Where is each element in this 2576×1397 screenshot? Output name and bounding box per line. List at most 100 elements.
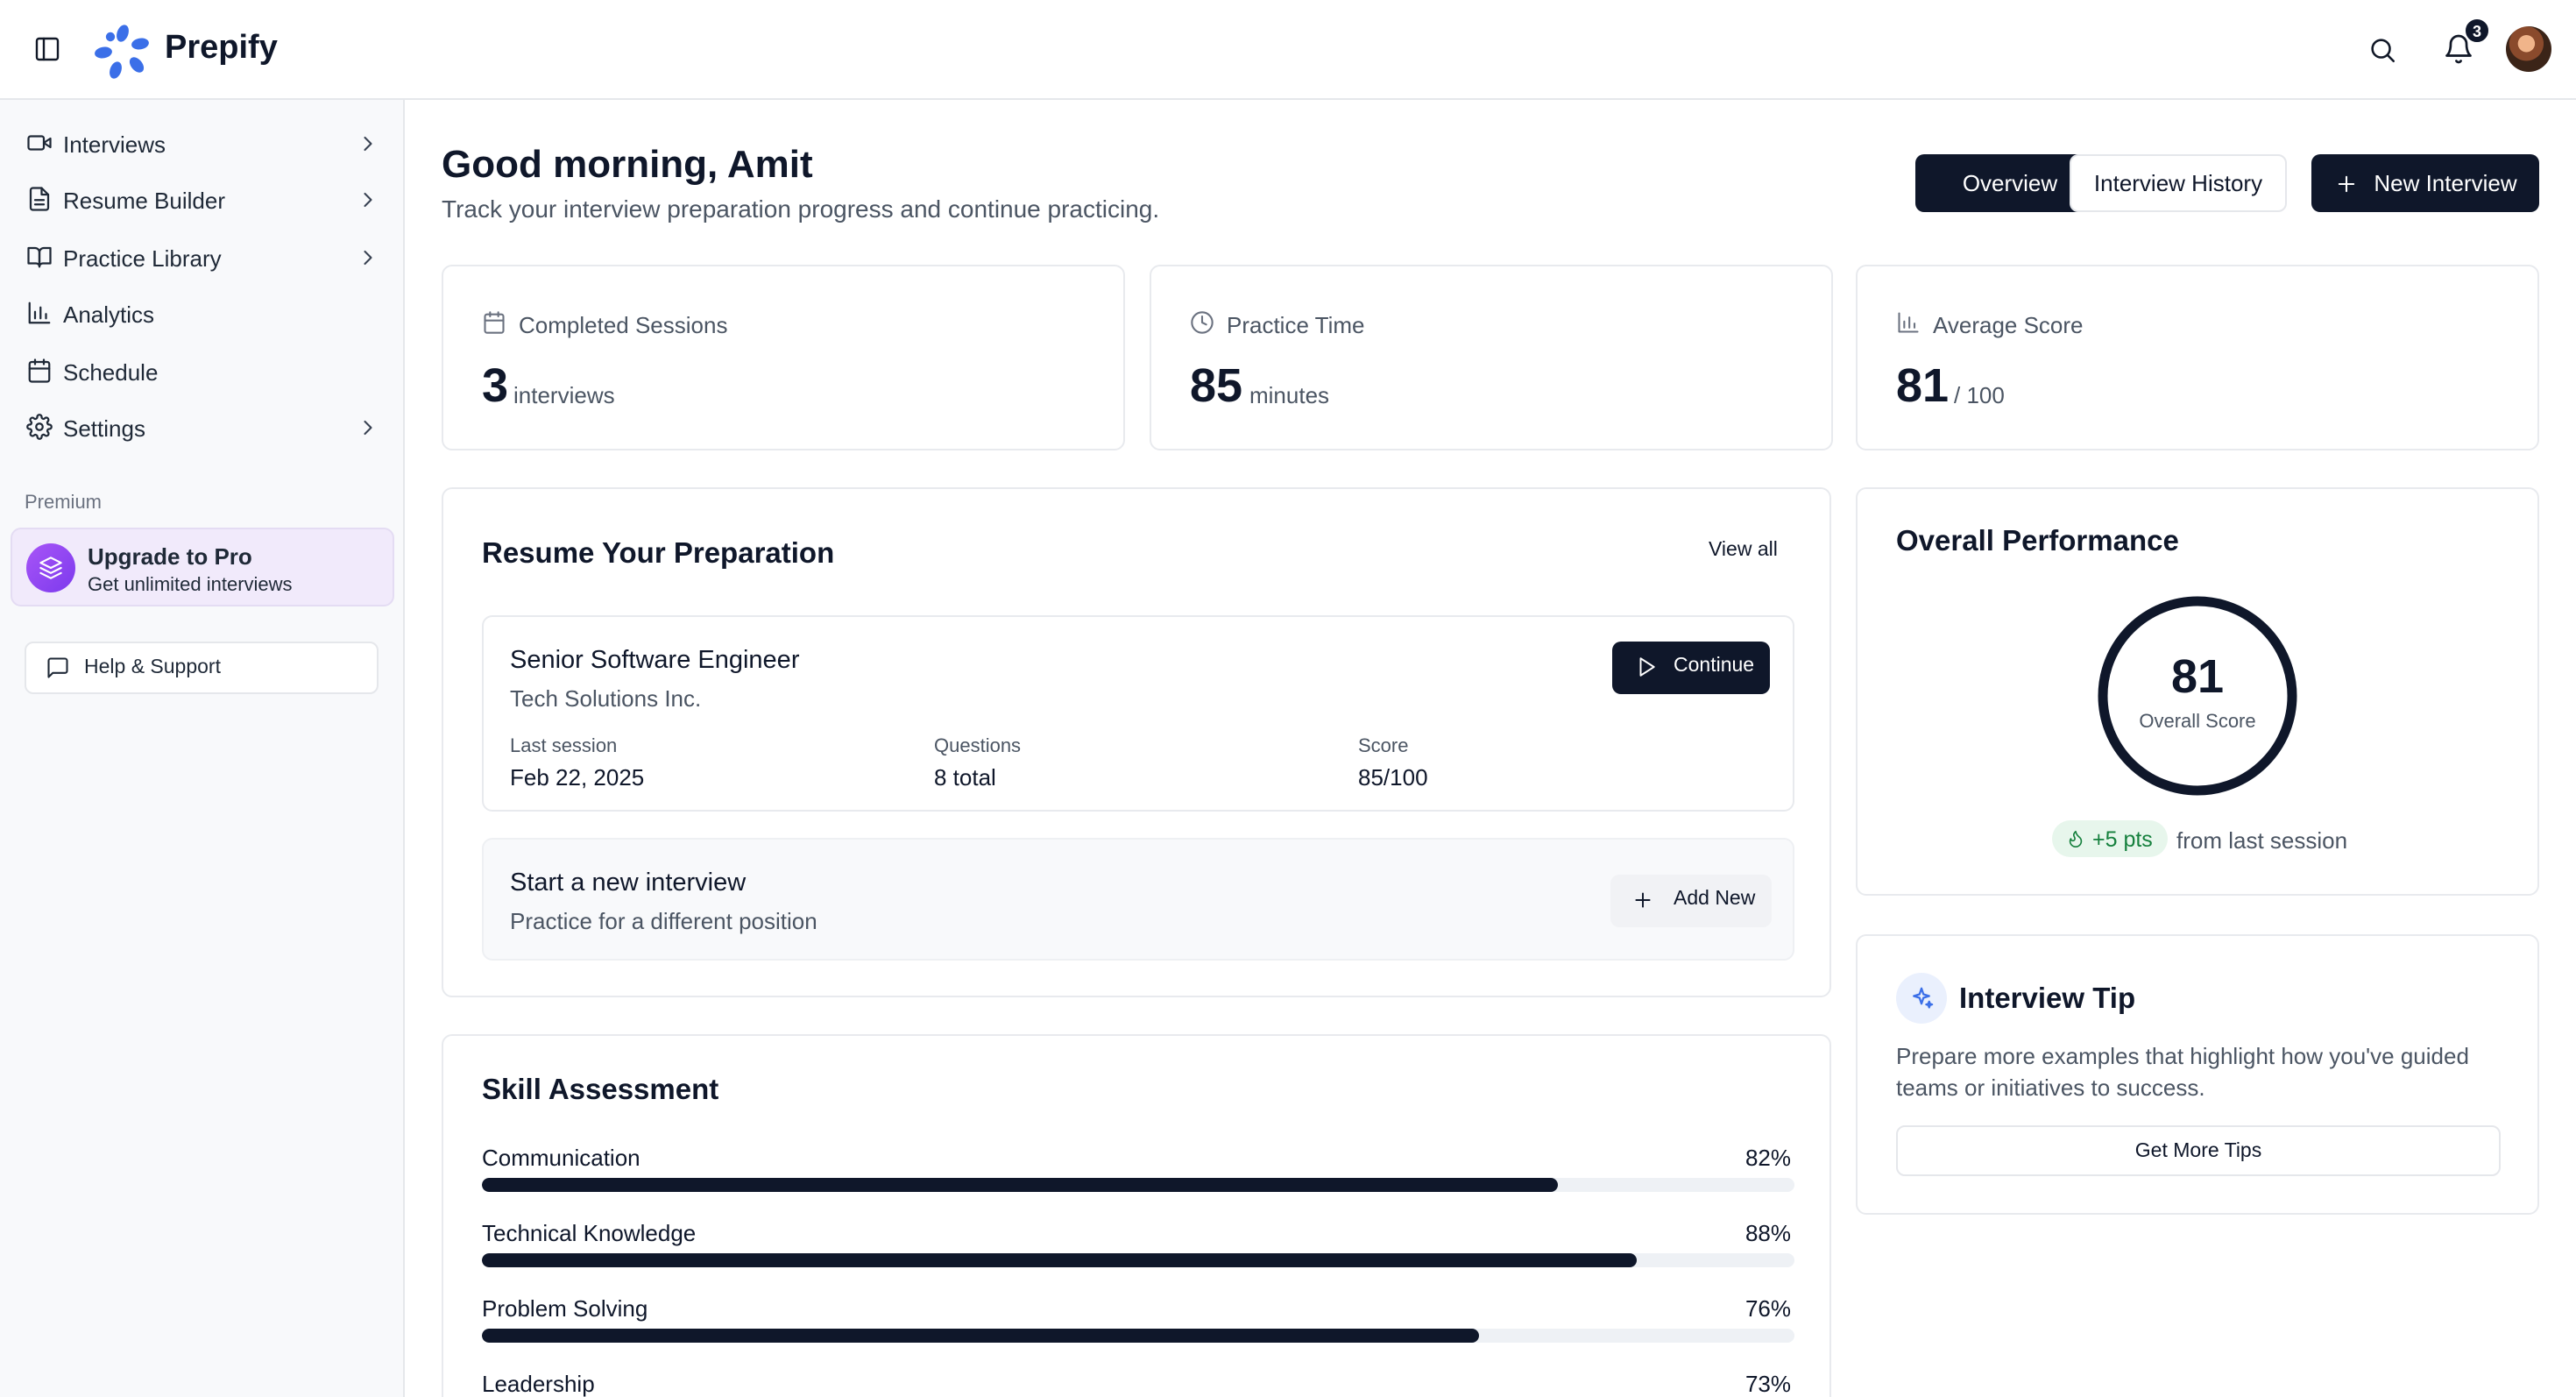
book-open-icon (27, 246, 52, 268)
sparkles-icon (1896, 973, 1947, 1024)
app-name[interactable]: Prepify (165, 30, 278, 68)
tab-interview-history[interactable]: Interview History (2070, 154, 2287, 212)
interview-tip-card: Interview Tip Prepare more examples that… (1856, 934, 2539, 1215)
upgrade-to-pro-card[interactable]: Upgrade to Pro Get unlimited interviews (11, 528, 394, 606)
view-all-link[interactable]: View all (1709, 540, 1778, 561)
message-square-icon (47, 657, 68, 678)
sidebar-item-label: Settings (63, 415, 145, 442)
start-new-interview-card: Start a new interview Practice for a dif… (482, 838, 1794, 961)
file-text-icon (29, 187, 50, 211)
add-new-button[interactable]: Add New (1610, 875, 1772, 927)
stat-label: Average Score (1933, 312, 2084, 338)
skill-progress-fill (482, 1253, 1638, 1267)
calendar-icon (484, 311, 505, 334)
get-more-tips-button[interactable]: Get More Tips (1896, 1125, 2501, 1176)
skill-percent: 76% (1744, 1295, 1791, 1322)
meta-label-questions: Questions (934, 736, 1022, 757)
skill-assessment-card: Skill Assessment Communication 82% Techn… (442, 1034, 1831, 1397)
sidebar-item-interviews[interactable]: Interviews (11, 117, 394, 170)
help-support-button[interactable]: Help & Support (25, 642, 379, 694)
sidebar-item-resume-builder[interactable]: Resume Builder (11, 174, 394, 226)
stat-value: 85 (1190, 359, 1243, 412)
bar-chart-icon (28, 301, 51, 324)
skill-name: Communication (482, 1145, 640, 1171)
flame-icon (2069, 830, 2083, 847)
skill-progress-track (482, 1329, 1794, 1343)
sidebar-item-label: Practice Library (63, 245, 222, 272)
skill-name: Leadership (482, 1371, 595, 1397)
meta-value-last-session: Feb 22, 2025 (510, 764, 645, 791)
calendar-icon (28, 358, 51, 383)
skill-progress-track (482, 1178, 1794, 1192)
plus-icon (2338, 174, 2354, 192)
stat-label: Practice Time (1227, 312, 1365, 338)
skill-percent: 73% (1744, 1371, 1791, 1397)
clock-icon (1191, 311, 1214, 334)
sidebar: Interviews Resume Builder Practice Libra… (0, 100, 405, 1397)
sidebar-item-practice-library[interactable]: Practice Library (11, 231, 394, 284)
avatar[interactable] (2506, 26, 2551, 72)
layers-icon (26, 543, 75, 592)
skill-name: Problem Solving (482, 1295, 648, 1322)
score-delta-note: from last session (2176, 827, 2348, 854)
plus-icon (1635, 892, 1651, 908)
chevron-right-icon (364, 250, 372, 266)
sidebar-item-label: Schedule (63, 359, 159, 386)
session-company: Tech Solutions Inc. (510, 685, 702, 712)
top-header: Prepify 3 (0, 0, 2576, 100)
new-interview-title: Start a new interview (510, 869, 747, 897)
sidebar-item-analytics[interactable]: Analytics (11, 287, 394, 340)
new-interview-button[interactable]: New Interview (2311, 154, 2539, 212)
sidebar-item-label: Analytics (63, 301, 155, 328)
upgrade-subtitle: Get unlimited interviews (88, 575, 293, 596)
skills-card-title: Skill Assessment (482, 1074, 719, 1106)
search-icon[interactable] (2367, 35, 2397, 65)
prepify-logo-icon (95, 23, 151, 79)
score-delta-value: +5 pts (2092, 826, 2153, 851)
stat-unit: / 100 (1954, 382, 2005, 408)
skill-percent: 88% (1744, 1220, 1791, 1246)
meta-value-score: 85/100 (1358, 764, 1428, 791)
sidebar-item-label: Interviews (63, 131, 166, 158)
page-subtitle: Track your interview preparation progres… (442, 195, 1160, 223)
skill-progress-fill (482, 1178, 1559, 1192)
continue-button[interactable]: Continue (1612, 642, 1770, 694)
stat-card-completed-sessions: Completed Sessions 3 interviews (442, 265, 1125, 450)
chevron-right-icon (364, 420, 372, 436)
new-interview-label: New Interview (2374, 170, 2517, 196)
sidebar-item-settings[interactable]: Settings (11, 401, 394, 454)
stat-card-practice-time: Practice Time 85 minutes (1150, 265, 1833, 450)
tip-text: Prepare more examples that highlight how… (1896, 1043, 2469, 1101)
page-title: Good morning, Amit (442, 142, 813, 186)
score-delta-badge: +5 pts (2052, 820, 2169, 857)
gear-icon (26, 414, 53, 440)
interview-session-card: Senior Software Engineer Tech Solutions … (482, 615, 1794, 812)
skill-progress-track (482, 1253, 1794, 1267)
play-icon (1639, 657, 1655, 677)
overall-score-label: Overall Score (2139, 712, 2256, 733)
skill-progress-fill (482, 1329, 1480, 1343)
continue-label: Continue (1674, 656, 1755, 677)
video-icon (27, 135, 52, 151)
sidebar-item-schedule[interactable]: Schedule (11, 345, 394, 398)
sidebar-toggle-icon[interactable] (33, 35, 61, 63)
sidebar-item-label: Resume Builder (63, 188, 225, 214)
meta-label-last-session: Last session (510, 736, 618, 757)
performance-card-title: Overall Performance (1896, 526, 2179, 557)
resume-preparation-card: Resume Your Preparation View all Senior … (442, 487, 1831, 997)
notification-badge: 3 (2464, 18, 2490, 44)
skill-name: Technical Knowledge (482, 1220, 697, 1246)
stat-unit: interviews (513, 382, 615, 408)
skill-percent: 82% (1744, 1145, 1791, 1171)
premium-section-label: Premium (25, 493, 103, 514)
help-support-label: Help & Support (84, 657, 221, 678)
stat-value: 3 (482, 359, 509, 412)
stat-card-average-score: Average Score 81 / 100 (1856, 265, 2539, 450)
session-role: Senior Software Engineer (510, 647, 800, 675)
add-new-label: Add New (1674, 889, 1756, 910)
overall-score-value: 81 (2170, 650, 2225, 703)
bar-chart-icon (1898, 312, 1919, 333)
upgrade-title: Upgrade to Pro (88, 543, 252, 570)
stat-value: 81 (1896, 359, 1950, 412)
meta-label-score: Score (1358, 736, 1409, 757)
